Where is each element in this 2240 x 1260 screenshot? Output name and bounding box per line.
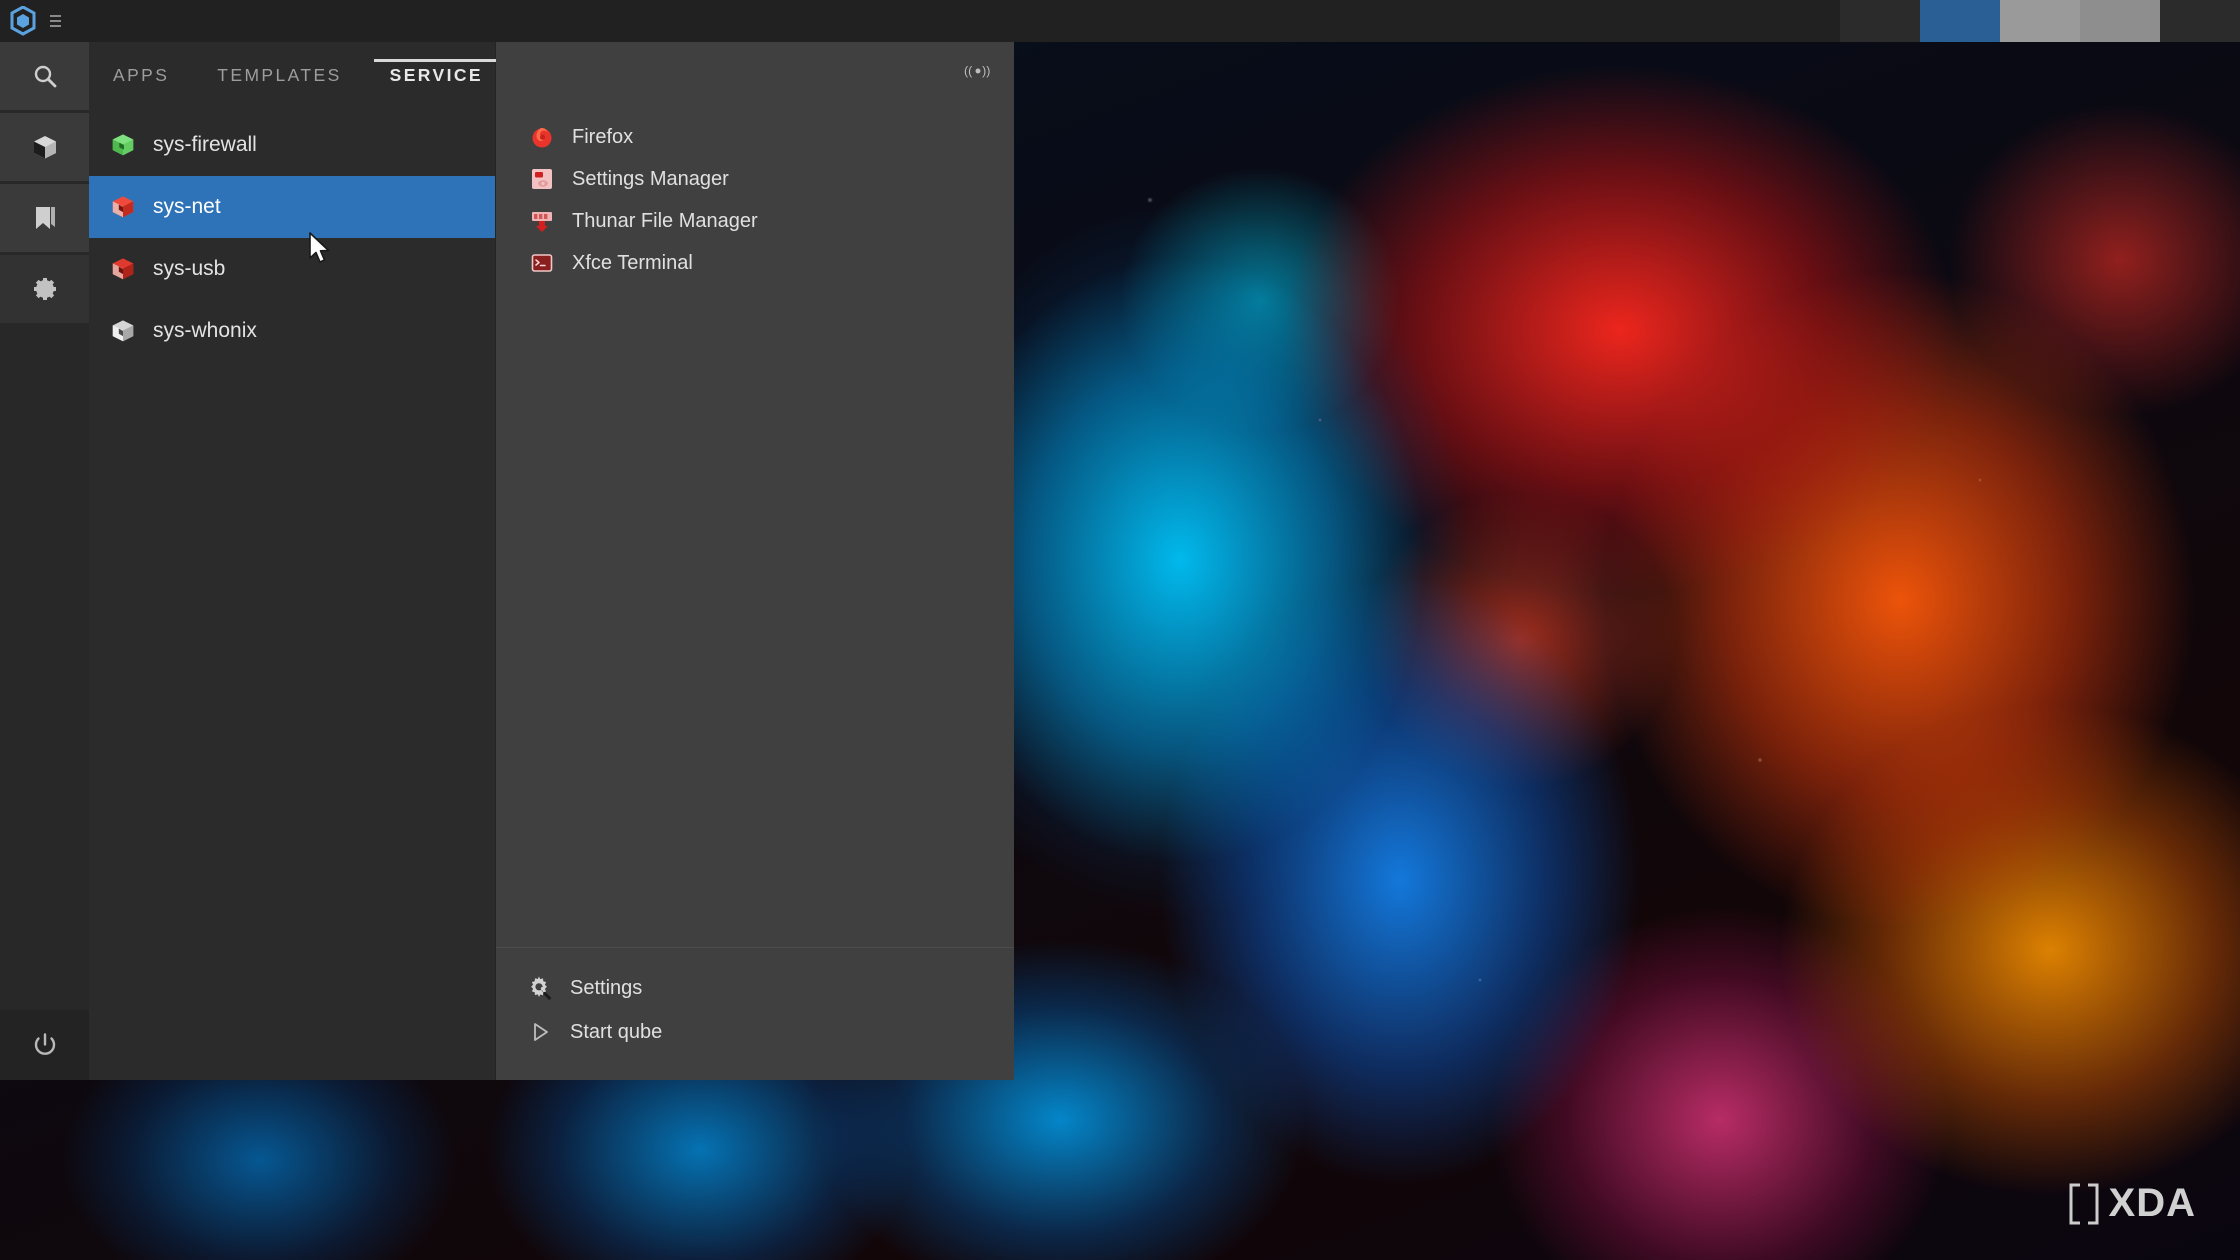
tab-service[interactable]: SERVICE — [382, 65, 491, 100]
tab-templates[interactable]: TEMPLATES — [209, 65, 349, 100]
svg-text:((: (( — [964, 64, 973, 78]
xfce-terminal-icon — [528, 251, 556, 275]
qube-list: sys-firewall sys-net — [89, 100, 495, 1080]
menu-sidebar-rail — [0, 42, 89, 1080]
start-qube-button[interactable]: Start qube — [496, 1010, 1014, 1054]
svg-text:)): )) — [982, 64, 990, 78]
app-item-firefox[interactable]: Firefox — [496, 116, 1014, 158]
sidebar-item-settings[interactable] — [0, 255, 89, 323]
settings-button[interactable]: Settings — [496, 966, 1014, 1010]
sidebar-item-apps[interactable] — [0, 113, 89, 181]
sidebar-item-power[interactable] — [0, 1010, 89, 1080]
cube-icon — [31, 133, 59, 161]
tray-slot-grey-1[interactable] — [2000, 0, 2080, 42]
qube-item-sys-whonix[interactable]: sys-whonix — [89, 300, 495, 362]
power-icon — [31, 1032, 59, 1058]
qube-list-column: APPS TEMPLATES SERVICE sys-firewall — [89, 42, 496, 1080]
xda-watermark: XDA — [2067, 1181, 2196, 1226]
taskbar — [0, 0, 2240, 42]
qube-cube-icon — [109, 194, 137, 220]
gear-icon — [31, 276, 59, 302]
xda-watermark-label: XDA — [2109, 1181, 2196, 1226]
app-list: Firefox Settings Manager — [496, 100, 1014, 947]
tray-slot-end — [2160, 0, 2240, 42]
app-label: Settings Manager — [572, 168, 729, 191]
sidebar-spacer — [0, 326, 89, 1010]
gear-wrench-icon — [526, 975, 554, 1002]
start-qube-label: Start qube — [570, 1021, 662, 1044]
tray-slot-blue[interactable] — [1920, 0, 2000, 42]
app-label: Firefox — [572, 126, 633, 149]
tray-slot-empty — [1840, 0, 1920, 42]
network-antenna-icon: (( )) — [964, 60, 992, 82]
bookmark-icon — [31, 204, 59, 232]
qube-label: sys-firewall — [153, 133, 257, 157]
app-label: Xfce Terminal — [572, 252, 693, 275]
sidebar-item-search[interactable] — [0, 42, 89, 110]
qube-cube-icon — [109, 318, 137, 344]
qube-item-sys-net[interactable]: sys-net — [89, 176, 495, 238]
search-icon — [31, 63, 59, 89]
qube-cube-icon — [109, 256, 137, 282]
thunar-file-manager-icon — [528, 209, 556, 233]
app-item-thunar-file-manager[interactable]: Thunar File Manager — [496, 200, 1014, 242]
app-pane-header: (( )) — [496, 42, 1014, 100]
qube-item-sys-firewall[interactable]: sys-firewall — [89, 114, 495, 176]
sidebar-item-templates[interactable] — [0, 184, 89, 252]
tab-apps[interactable]: APPS — [105, 65, 177, 100]
hamburger-menu-icon[interactable] — [50, 15, 61, 27]
mouse-cursor — [308, 232, 332, 271]
app-label: Thunar File Manager — [572, 210, 758, 233]
qube-cube-icon — [109, 132, 137, 158]
menu-tabs: APPS TEMPLATES SERVICE — [89, 42, 495, 100]
application-menu-window: APPS TEMPLATES SERVICE sys-firewall — [0, 42, 1014, 1080]
settings-label: Settings — [570, 977, 642, 1000]
app-pane-footer: Settings Start qube — [496, 947, 1014, 1080]
settings-manager-icon — [528, 167, 556, 191]
app-pane: (( )) Firefox — [496, 42, 1014, 1080]
app-item-xfce-terminal[interactable]: Xfce Terminal — [496, 242, 1014, 284]
firefox-icon — [528, 125, 556, 149]
play-triangle-icon — [526, 1020, 554, 1044]
qube-label: sys-usb — [153, 257, 225, 281]
qube-label: sys-whonix — [153, 319, 257, 343]
tray-slot-grey-2[interactable] — [2080, 0, 2160, 42]
qubes-logo-icon[interactable] — [10, 6, 36, 36]
system-tray — [1840, 0, 2240, 42]
app-item-settings-manager[interactable]: Settings Manager — [496, 158, 1014, 200]
qube-item-sys-usb[interactable]: sys-usb — [89, 238, 495, 300]
qube-label: sys-net — [153, 195, 221, 219]
